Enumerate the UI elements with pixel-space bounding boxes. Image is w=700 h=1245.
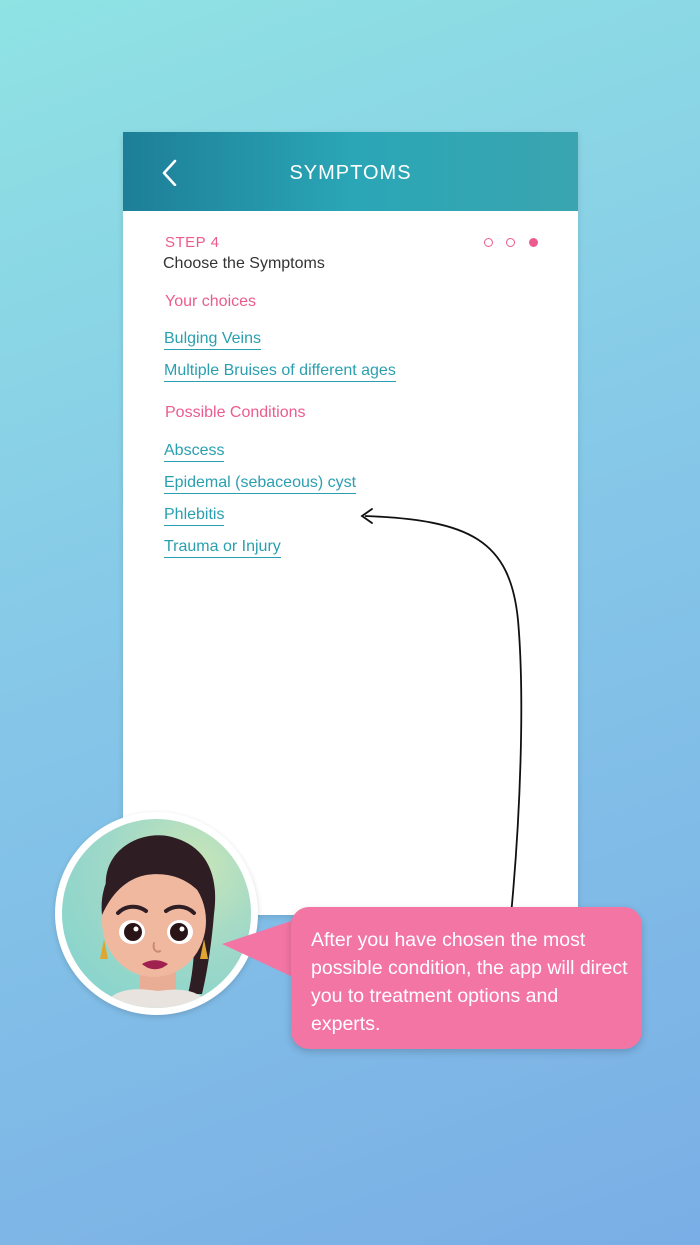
app-screen: SYMPTOMS STEP 4 Choose the Symptoms Your… xyxy=(123,132,578,915)
step-label: STEP 4 xyxy=(165,234,220,251)
choice-link[interactable]: Bulging Veins xyxy=(164,330,261,350)
tooltip-bubble: After you have chosen the most possible … xyxy=(291,907,642,1049)
step-dot-1 xyxy=(484,238,493,247)
step-dot-2 xyxy=(506,238,515,247)
step-dot-3-active xyxy=(529,238,538,247)
your-choices-heading: Your choices xyxy=(165,293,257,310)
step-subtitle: Choose the Symptoms xyxy=(163,255,325,272)
choice-link[interactable]: Multiple Bruises of different ages xyxy=(164,362,396,382)
step-progress-dots xyxy=(481,238,545,250)
speech-bubble-tail xyxy=(222,919,297,979)
condition-link[interactable]: Phlebitis xyxy=(164,506,225,526)
header-bar: SYMPTOMS xyxy=(123,132,578,211)
condition-link[interactable]: Abscess xyxy=(164,442,225,462)
tooltip-text: After you have chosen the most possible … xyxy=(311,929,628,1035)
condition-link[interactable]: Trauma or Injury xyxy=(164,538,281,558)
page-title: SYMPTOMS xyxy=(289,162,412,184)
possible-conditions-heading: Possible Conditions xyxy=(165,404,306,421)
condition-link[interactable]: Epidemal (sebaceous) cyst xyxy=(164,474,357,494)
